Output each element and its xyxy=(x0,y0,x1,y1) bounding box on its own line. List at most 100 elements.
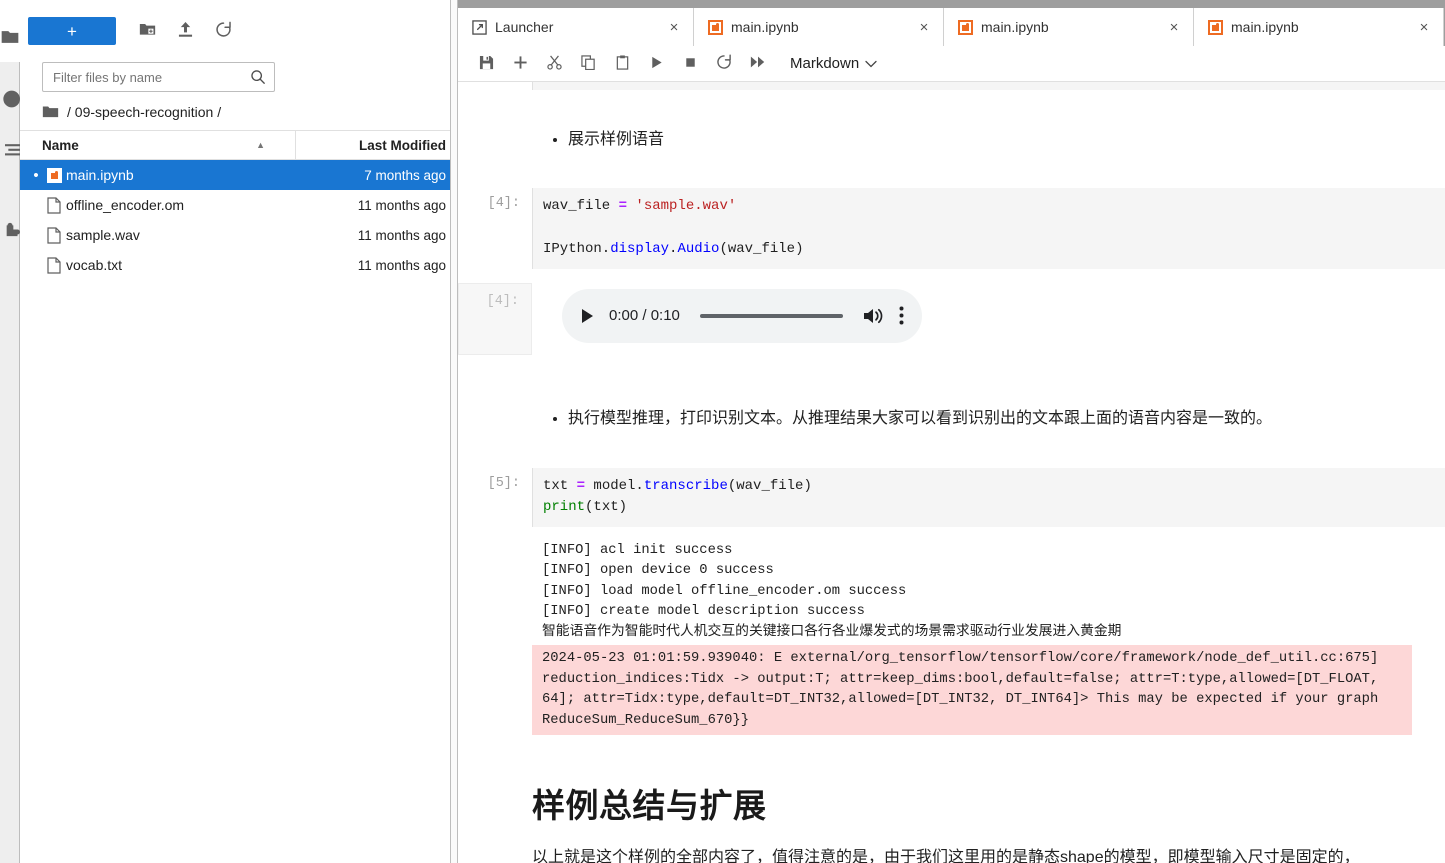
output-prompt-spacer xyxy=(458,643,532,735)
more-vertical-icon[interactable] xyxy=(899,306,904,325)
list-item[interactable]: offline_encoder.om 11 months ago xyxy=(20,190,458,220)
save-icon xyxy=(479,55,494,73)
code-token: 'sample.wav' xyxy=(627,198,737,215)
fast-forward-icon xyxy=(750,55,766,72)
tab-bar: Launcher × main.ipynb × main.ipynb × mai… xyxy=(458,0,1445,46)
code-token: print xyxy=(543,499,586,516)
cell-type-dropdown[interactable]: Markdown xyxy=(790,55,877,72)
column-header-last-modified[interactable]: Last Modified xyxy=(296,138,458,153)
copy-icon xyxy=(580,54,596,73)
close-icon[interactable]: × xyxy=(661,14,687,40)
folder-icon xyxy=(0,28,20,46)
tab-main-ipynb-1[interactable]: main.ipynb × xyxy=(694,8,944,46)
markdown-cell-2[interactable]: 执行模型推理，打印识别文本。从推理结果大家可以看到识别出的文本跟上面的语音内容是… xyxy=(458,395,1445,444)
sidebar-item-running[interactable] xyxy=(0,88,20,110)
audio-output-cell: [4]: 0:00 / 0:10 xyxy=(458,282,1445,355)
markdown-body: 展示样例语音 xyxy=(532,116,1445,165)
close-icon[interactable]: × xyxy=(911,14,937,40)
close-icon[interactable]: × xyxy=(1411,14,1437,40)
list-item[interactable]: sample.wav 11 months ago xyxy=(20,220,458,250)
page-title: 样例总结与扩展 xyxy=(532,787,767,825)
file-modified: 11 months ago xyxy=(357,197,446,213)
markdown-cell-3[interactable]: 样例总结与扩展 以上就是这个样例的全部内容了，值得注意的是，由于我们这里用的是静… xyxy=(458,747,1445,863)
refresh-file-list-button[interactable] xyxy=(206,17,240,45)
code-editor[interactable]: txt = model.transcribe(wav_file) print(t… xyxy=(532,467,1445,527)
restart-run-all-button[interactable] xyxy=(742,49,774,79)
file-list-header: Name ▲ Last Modified xyxy=(20,130,458,160)
restart-kernel-button[interactable] xyxy=(708,49,740,79)
markdown-list: 执行模型推理，打印识别文本。从推理结果大家可以看到识别出的文本跟上面的语音内容是… xyxy=(532,407,1445,432)
cell-prompt-spacer xyxy=(458,116,532,165)
list-icon xyxy=(0,142,20,158)
panel-resize-handle[interactable] xyxy=(450,0,458,863)
audio-progress-bar[interactable] xyxy=(699,313,843,318)
file-modified: 11 months ago xyxy=(357,227,446,243)
play-icon xyxy=(649,55,664,73)
cell-prompt-spacer xyxy=(458,747,532,863)
tab-main-ipynb-2[interactable]: main.ipynb × xyxy=(944,8,1194,46)
upload-icon xyxy=(178,21,193,41)
insert-cell-button[interactable] xyxy=(504,49,536,79)
sidebar-item-table-of-contents[interactable] xyxy=(0,142,20,158)
code-token: (wav_file) xyxy=(719,241,804,258)
stderr-text: 2024-05-23 01:01:59.939040: E external/o… xyxy=(532,645,1412,736)
upload-files-button[interactable] xyxy=(168,17,202,45)
audio-player[interactable]: 0:00 / 0:10 xyxy=(562,288,922,343)
play-icon[interactable] xyxy=(580,308,595,324)
column-header-name[interactable]: Name ▲ xyxy=(42,131,296,159)
stop-button[interactable] xyxy=(674,49,706,79)
markdown-cell-1[interactable]: 展示样例语音 xyxy=(458,116,1445,165)
markdown-body: 执行模型推理，打印识别文本。从推理结果大家可以看到识别出的文本跟上面的语音内容是… xyxy=(532,395,1445,444)
paste-button[interactable] xyxy=(606,49,638,79)
volume-icon[interactable] xyxy=(863,307,885,325)
file-filter-container xyxy=(20,62,458,92)
sort-ascending-icon: ▲ xyxy=(256,139,265,150)
new-folder-button[interactable] xyxy=(130,17,164,45)
breadcrumb-path: / 09-speech-recognition / xyxy=(67,104,222,120)
breadcrumb[interactable]: / 09-speech-recognition / xyxy=(20,92,458,130)
copy-button[interactable] xyxy=(572,49,604,79)
code-cell-top[interactable]: model = WeNetASR(model_path, vocab_path) xyxy=(458,82,1445,90)
code-token: model. xyxy=(585,477,644,494)
running-indicator-icon: • xyxy=(33,166,39,184)
notebook-icon xyxy=(708,19,723,35)
notebook-scroll-area[interactable]: model = WeNetASR(model_path, vocab_path)… xyxy=(458,82,1445,863)
code-cell-5[interactable]: [5]: txt = model.transcribe(wav_file) pr… xyxy=(458,467,1445,527)
file-name: main.ipynb xyxy=(66,167,134,183)
tab-label: main.ipynb xyxy=(731,19,799,35)
notebook-icon xyxy=(958,19,973,35)
cut-button[interactable] xyxy=(538,49,570,79)
file-filter-box[interactable] xyxy=(42,62,275,92)
code-token: IPython. xyxy=(543,241,611,258)
file-icon xyxy=(42,226,66,244)
sidebar-item-extensions[interactable] xyxy=(0,222,20,242)
code-token: wav_file xyxy=(543,198,619,215)
markdown-body: 样例总结与扩展 以上就是这个样例的全部内容了，值得注意的是，由于我们这里用的是静… xyxy=(532,747,1445,863)
clipboard-icon xyxy=(615,54,630,73)
tab-label: main.ipynb xyxy=(981,19,1049,35)
filter-files-input[interactable] xyxy=(43,69,250,85)
code-editor[interactable]: wav_file = 'sample.wav' IPython.display.… xyxy=(532,188,1445,269)
code-token: txt xyxy=(543,477,577,494)
restart-icon xyxy=(716,54,732,73)
cell-prompt xyxy=(458,82,532,90)
tab-launcher[interactable]: Launcher × xyxy=(458,8,694,46)
code-token: display xyxy=(610,241,670,258)
circle-icon xyxy=(0,88,20,110)
close-icon[interactable]: × xyxy=(1161,14,1187,40)
save-button[interactable] xyxy=(470,49,502,79)
sidebar-item-file-browser[interactable] xyxy=(0,28,20,46)
list-item[interactable]: vocab.txt 11 months ago xyxy=(20,250,458,280)
code-token: = xyxy=(576,477,586,494)
new-launcher-button[interactable]: + xyxy=(28,17,116,45)
code-cell-4[interactable]: [4]: wav_file = 'sample.wav' IPython.dis… xyxy=(458,188,1445,269)
tab-main-ipynb-3[interactable]: main.ipynb × xyxy=(1194,8,1444,46)
list-item[interactable]: • main.ipynb 7 months ago xyxy=(20,160,458,190)
notebook-icon xyxy=(42,167,66,183)
file-modified: 11 months ago xyxy=(357,257,446,273)
notebook-cells: model = WeNetASR(model_path, vocab_path)… xyxy=(458,82,1445,863)
file-icon xyxy=(42,196,66,214)
run-button[interactable] xyxy=(640,49,672,79)
jupyterlab-window: + Filter files by name / 09-speech-recog… xyxy=(0,0,1445,863)
code-editor[interactable]: model = WeNetASR(model_path, vocab_path) xyxy=(532,82,1445,90)
